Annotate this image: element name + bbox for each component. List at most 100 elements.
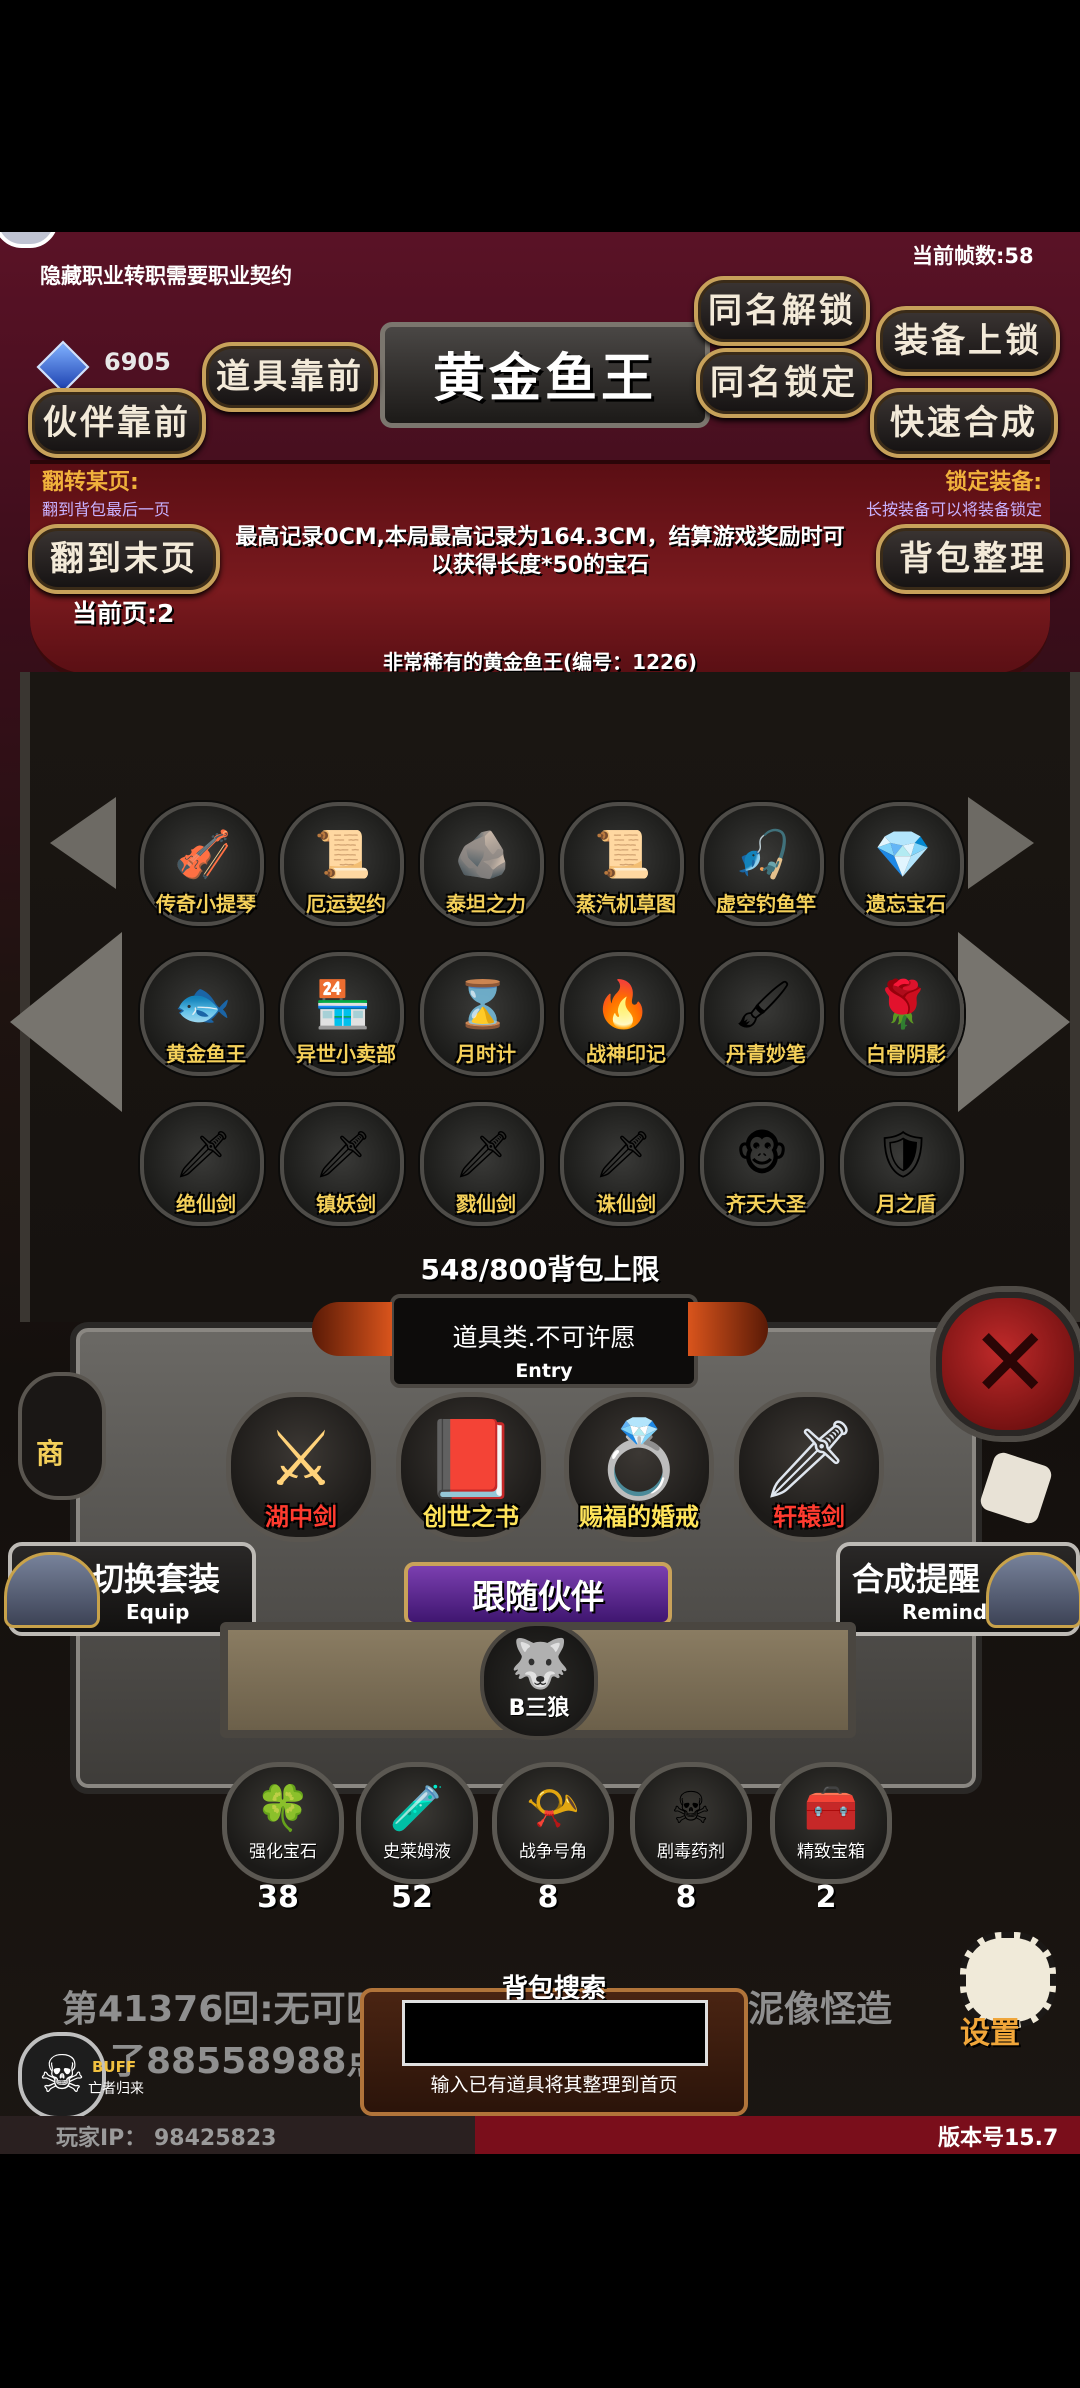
close-button[interactable]: ✕: [936, 1292, 1080, 1436]
shop-icon: 🏪: [314, 977, 372, 1031]
partner-slot[interactable]: 🐺 B三狼: [480, 1622, 598, 1740]
gem-count: 6905: [104, 348, 171, 376]
equipped-slot[interactable]: ⚔ 湖中剑: [226, 1392, 376, 1542]
item-description: 非常稀有的黄金鱼王(编号：1226): [383, 650, 697, 674]
consumable-count: 8: [537, 1880, 559, 1915]
fishing-rod-icon: 🎣: [734, 827, 792, 881]
consumable-count: 52: [391, 1880, 433, 1915]
blueprint-icon: 📜: [594, 827, 652, 881]
battle-log-line1-end: 泥像怪造: [748, 1989, 893, 2030]
helmet-right-icon: [986, 1552, 1080, 1628]
bag-sort-button[interactable]: 背包整理: [876, 524, 1070, 594]
settings-label[interactable]: 设置: [960, 2008, 1020, 2052]
inventory-slot[interactable]: 🎣 虚空钓鱼竿: [700, 802, 824, 926]
inventory-slot[interactable]: 📜 蒸汽机草图: [560, 802, 684, 926]
consumable-count: 8: [675, 1880, 697, 1915]
pause-icon[interactable]: [0, 232, 58, 248]
war-mark-icon: 🔥: [594, 977, 652, 1031]
inventory-slot[interactable]: 🗡 镇妖剑: [280, 1102, 404, 1226]
same-name-lock-button[interactable]: 同名锁定: [696, 348, 872, 418]
entry-subtitle: Entry: [515, 1360, 573, 1382]
inventory-slot[interactable]: 📜 厄运契约: [280, 802, 404, 926]
potion-icon: 🧪: [389, 1783, 445, 1834]
player-ip: 玩家IP： 98425823: [56, 2126, 277, 2151]
rock-icon: 🪨: [454, 827, 512, 881]
entry-wing-right-icon: [688, 1302, 768, 1356]
wolf-icon: 🐺: [510, 1636, 570, 1692]
horn-icon: 📯: [525, 1783, 581, 1834]
scroll-icon: 📜: [314, 827, 372, 881]
prev-page-arrow-icon[interactable]: [10, 932, 122, 1112]
switch-set-label: 切换套装: [92, 1560, 221, 1598]
entry-wing-left-icon: [312, 1302, 392, 1356]
inventory-slot[interactable]: 🪨 泰坦之力: [420, 802, 544, 926]
consumable-slot[interactable]: 🍀 强化宝石: [222, 1762, 344, 1884]
buff-label: BUFF: [92, 2058, 137, 2076]
search-input[interactable]: [402, 2000, 708, 2066]
inventory-slot[interactable]: ⌛ 月时计: [420, 952, 544, 1076]
sword-icon: 🗡: [454, 1127, 513, 1181]
battle-log-line2: 了88558988点: [110, 2041, 383, 2082]
partner-name: B三狼: [508, 1696, 570, 1721]
crystal-icon: 💎: [874, 827, 932, 881]
buff-skull-icon[interactable]: ☠: [18, 2032, 106, 2120]
xuanyuan-sword-icon: 🗡: [760, 1414, 858, 1503]
prev-page-small-arrow-icon[interactable]: [50, 797, 116, 889]
title-text: 黄金鱼王: [432, 349, 657, 409]
gem-clover-icon: 🍀: [255, 1783, 311, 1834]
fps-text: 当前帧数:58: [912, 244, 1034, 268]
equipped-slot[interactable]: 📕 创世之书: [396, 1392, 546, 1542]
golden-fish-icon: 🐟: [174, 977, 232, 1031]
items-front-button[interactable]: 道具靠前: [202, 342, 378, 412]
partner-front-button[interactable]: 伙伴靠前: [28, 388, 206, 458]
shop-button[interactable]: 商: [18, 1372, 106, 1500]
inventory-slot[interactable]: 🗡 绝仙剑: [140, 1102, 264, 1226]
consumable-slot[interactable]: 🧪 史莱姆液: [356, 1762, 478, 1884]
next-page-small-arrow-icon[interactable]: [968, 797, 1034, 889]
hidden-job-text: 隐藏职业转职需要职业契约: [40, 264, 292, 288]
game-screen: 隐藏职业转职需要职业契约 当前帧数:58 6905 黄金鱼王 同名解锁 装备上锁…: [0, 232, 1080, 2154]
inventory-slot[interactable]: 🗡 诛仙剑: [560, 1102, 684, 1226]
buff-sublabel: 亡者归来: [88, 2081, 144, 2097]
inventory-slot[interactable]: 💎 遗忘宝石: [840, 802, 964, 926]
goto-last-page-button[interactable]: 翻到末页: [28, 524, 220, 594]
dice-icon[interactable]: [978, 1450, 1054, 1526]
equipped-slot[interactable]: 💍 赐福的婚戒: [564, 1392, 714, 1542]
close-icon: ✕: [970, 1307, 1051, 1419]
shop-label: 商: [36, 1437, 65, 1470]
lock-equip-title: 锁定装备:: [945, 470, 1042, 495]
consumable-slot[interactable]: 📯 战争号角: [492, 1762, 614, 1884]
ring-icon: 💍: [591, 1414, 687, 1503]
inventory-slot[interactable]: 🔥 战神印记: [560, 952, 684, 1076]
quick-combine-button[interactable]: 快速合成: [870, 388, 1058, 458]
poison-icon: ☠: [671, 1783, 711, 1834]
consumable-slot[interactable]: ☠ 剧毒药剂: [630, 1762, 752, 1884]
inventory-slot[interactable]: 🗡 戮仙剑: [420, 1102, 544, 1226]
chest-icon: 🧰: [803, 1783, 859, 1834]
inventory-slot[interactable]: 🌹 白骨阴影: [840, 952, 964, 1076]
gem-icon: [36, 340, 90, 394]
inventory-slot[interactable]: 🛡 月之盾: [840, 1102, 964, 1226]
equip-lock-button[interactable]: 装备上锁: [876, 306, 1060, 376]
entry-title: 道具类.不可许愿: [452, 1323, 636, 1352]
bag-limit: 548/800背包上限: [420, 1253, 660, 1286]
consumable-count: 38: [257, 1880, 299, 1915]
consumable-slot[interactable]: 🧰 精致宝箱: [770, 1762, 892, 1884]
gem-counter: 6905: [36, 338, 198, 394]
next-page-arrow-icon[interactable]: [958, 932, 1070, 1112]
sword-icon: 🗡: [314, 1127, 373, 1181]
equipped-slot[interactable]: 🗡 轩辕剑: [734, 1392, 884, 1542]
monkey-king-icon: 🐵: [735, 1127, 789, 1181]
inventory-slot[interactable]: 🖌 丹青妙笔: [700, 952, 824, 1076]
sword-icon: 🗡: [174, 1127, 233, 1181]
inventory-slot[interactable]: 🐵 齐天大圣: [700, 1102, 824, 1226]
inventory-slot[interactable]: 🏪 异世小卖部: [280, 952, 404, 1076]
hourglass-icon: ⌛: [454, 977, 512, 1031]
inventory-slot[interactable]: 🐟 黄金鱼王: [140, 952, 264, 1076]
rose-icon: 🌹: [874, 977, 932, 1031]
flip-page-title: 翻转某页:: [42, 470, 139, 495]
battle-log-line1: 第41376回:无可匹: [62, 1989, 382, 2030]
inventory-slot[interactable]: 🎻 传奇小提琴: [140, 802, 264, 926]
same-name-unlock-button[interactable]: 同名解锁: [694, 276, 870, 346]
follow-partner-label: 跟随伙伴: [472, 1577, 604, 1616]
